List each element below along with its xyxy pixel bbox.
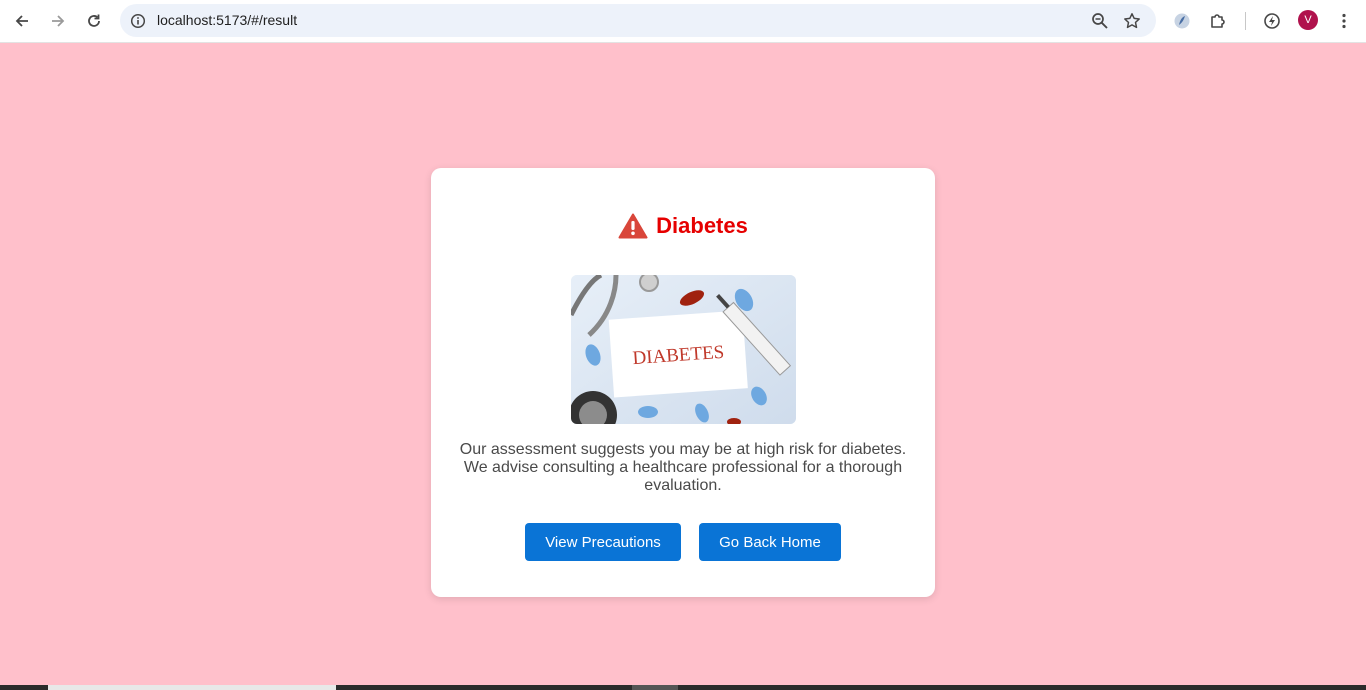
back-button[interactable] (7, 6, 37, 36)
extension-app-button[interactable] (1167, 6, 1197, 36)
result-card: Diabetes DIABETES Our assessment suggest… (431, 168, 935, 597)
site-info-button[interactable] (127, 10, 149, 32)
menu-dots-icon (1342, 13, 1346, 29)
result-title: Diabetes (656, 213, 748, 238)
performance-button[interactable] (1257, 6, 1287, 36)
bookmark-button[interactable] (1121, 10, 1143, 32)
forward-button[interactable] (43, 6, 73, 36)
reload-button[interactable] (79, 6, 109, 36)
taskbar-item[interactable] (632, 685, 678, 690)
performance-icon (1264, 13, 1280, 29)
extension-app-icon (1174, 13, 1190, 29)
warning-icon (618, 213, 648, 239)
forward-icon (52, 15, 65, 27)
taskbar-item[interactable] (48, 685, 336, 690)
diabetes-image: DIABETES (571, 275, 796, 424)
reload-icon (88, 14, 100, 27)
back-icon (15, 15, 28, 27)
browser-menu-button[interactable] (1329, 6, 1359, 36)
extensions-button[interactable] (1203, 6, 1233, 36)
site-info-icon (130, 13, 146, 29)
bookmark-star-icon (1124, 13, 1140, 29)
profile-avatar[interactable]: V (1298, 10, 1318, 30)
extensions-puzzle-icon (1211, 14, 1225, 28)
toolbar-separator (1245, 12, 1246, 30)
taskbar-strip (0, 685, 1366, 690)
view-precautions-button[interactable]: View Precautions (525, 523, 681, 561)
zoom-icon (1092, 13, 1108, 29)
zoom-button[interactable] (1089, 10, 1111, 32)
result-heading: Diabetes (431, 210, 935, 242)
browser-toolbar: localhost:5173/#/result V (0, 0, 1366, 43)
result-description: Our assessment suggests you may be at hi… (459, 441, 907, 494)
url-text[interactable]: localhost:5173/#/result (157, 12, 297, 28)
go-back-home-button[interactable]: Go Back Home (699, 523, 841, 561)
address-bar[interactable]: localhost:5173/#/result (120, 4, 1156, 37)
